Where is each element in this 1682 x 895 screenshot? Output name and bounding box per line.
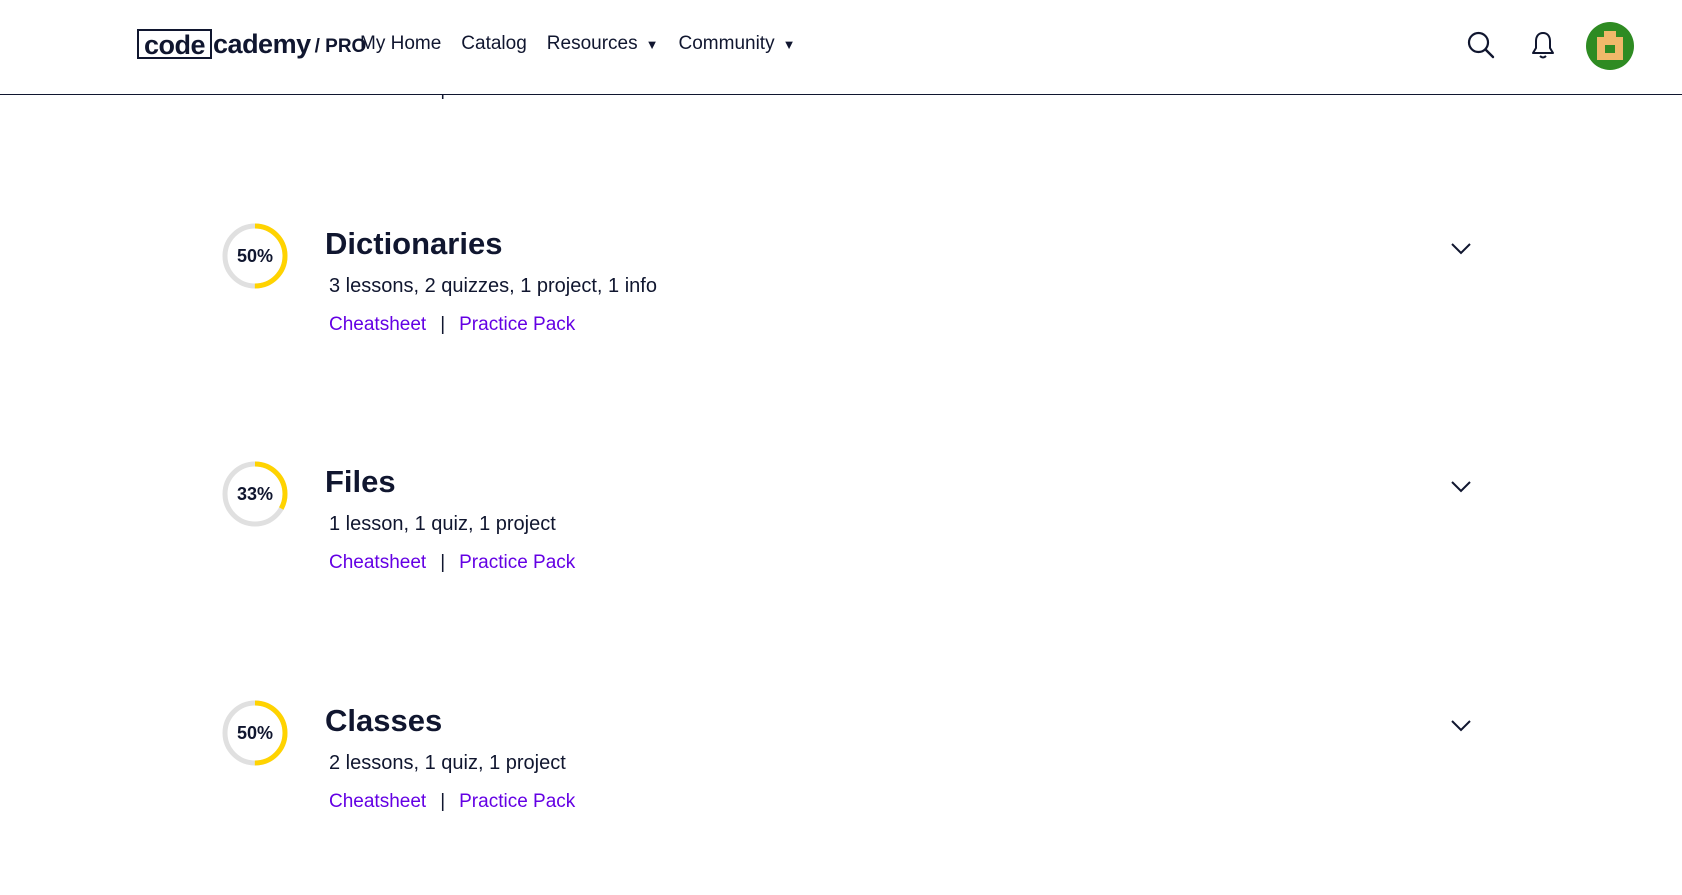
module-classes: 50% Classes 2 lessons, 1 quiz, 1 project… bbox=[0, 699, 1682, 869]
search-icon[interactable] bbox=[1466, 30, 1496, 65]
cheatsheet-link[interactable]: Cheatsheet bbox=[329, 314, 426, 336]
logo-cademy-text: cademy bbox=[213, 28, 311, 59]
nav-my-home[interactable]: My Home bbox=[360, 33, 441, 55]
link-separator: | bbox=[440, 791, 446, 812]
module-summary: 1 lesson, 1 quiz, 1 project bbox=[329, 513, 556, 535]
top-navigation-bar: code cademy / PRO My Home Catalog Resour… bbox=[0, 0, 1682, 95]
nav-catalog[interactable]: Catalog bbox=[461, 33, 527, 55]
chevron-down-icon[interactable] bbox=[1450, 237, 1472, 259]
logo-code-box: code bbox=[137, 29, 213, 59]
chevron-down-icon[interactable] bbox=[1450, 714, 1472, 736]
nav-community-dropdown[interactable]: Community ▼ bbox=[679, 33, 796, 55]
chevron-down-icon[interactable] bbox=[1450, 475, 1472, 497]
bell-icon[interactable] bbox=[1530, 30, 1556, 65]
module-dictionaries: 50% Dictionaries 3 lessons, 2 quizzes, 1… bbox=[0, 222, 1682, 392]
progress-percent: 33% bbox=[236, 483, 274, 504]
link-separator: | bbox=[440, 552, 446, 573]
module-links: Cheatsheet | Practice Pack bbox=[329, 791, 575, 813]
module-title: Classes bbox=[325, 703, 443, 738]
practice-pack-link[interactable]: Practice Pack bbox=[459, 314, 575, 336]
avatar-pixel-icon bbox=[1597, 31, 1623, 60]
practice-pack-link[interactable]: Practice Pack bbox=[459, 552, 575, 574]
cheatsheet-link[interactable]: Cheatsheet bbox=[329, 552, 426, 574]
main-nav: My Home Catalog Resources ▼ Community ▼ bbox=[360, 33, 815, 55]
nav-my-home-label: My Home bbox=[360, 33, 442, 54]
nav-resources-dropdown[interactable]: Resources ▼ bbox=[547, 33, 659, 55]
module-files: 33% Files 1 lesson, 1 quiz, 1 project Ch… bbox=[0, 460, 1682, 630]
link-separator: | bbox=[440, 314, 446, 335]
nav-resources-label: Resources bbox=[546, 33, 638, 54]
practice-pack-link[interactable]: Practice Pack bbox=[459, 791, 575, 813]
module-summary: 3 lessons, 2 quizzes, 1 project, 1 info bbox=[329, 275, 657, 297]
caret-down-icon: ▼ bbox=[782, 36, 796, 52]
progress-percent: 50% bbox=[236, 722, 274, 743]
cheatsheet-link[interactable]: Cheatsheet bbox=[329, 791, 426, 813]
module-title: Dictionaries bbox=[325, 226, 503, 261]
nav-community-label: Community bbox=[678, 33, 775, 54]
module-links: Cheatsheet | Practice Pack bbox=[329, 314, 575, 336]
module-links: Cheatsheet | Practice Pack bbox=[329, 552, 575, 574]
codecademy-pro-logo[interactable]: code cademy / PRO bbox=[137, 27, 366, 61]
logo-pro-text: / PRO bbox=[314, 36, 367, 57]
avatar[interactable] bbox=[1586, 22, 1634, 70]
nav-catalog-label: Catalog bbox=[461, 33, 527, 54]
module-summary: 2 lessons, 1 quiz, 1 project bbox=[329, 752, 566, 774]
module-title: Files bbox=[325, 464, 396, 499]
caret-down-icon: ▼ bbox=[645, 36, 659, 52]
progress-percent: 50% bbox=[236, 245, 274, 266]
